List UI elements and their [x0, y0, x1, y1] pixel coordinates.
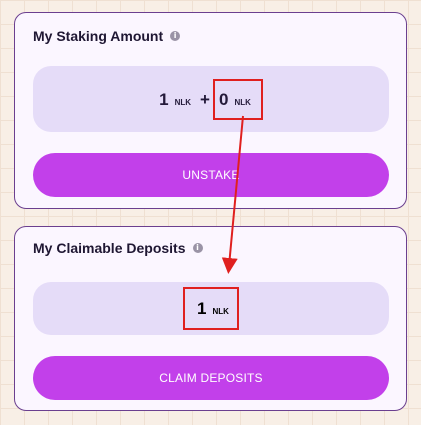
- staked-value: 1: [159, 89, 169, 109]
- claimable-card-header: My Claimable Deposits i: [33, 240, 203, 256]
- staking-amount-card: My Staking Amount i 1 NLK + 0 NLK UNSTAK…: [14, 12, 407, 209]
- pending-amount-highlight: 0 NLK: [212, 78, 263, 120]
- staking-card-title: My Staking Amount: [33, 28, 164, 44]
- info-icon[interactable]: i: [192, 243, 203, 253]
- staking-amount-display: 1 NLK + 0 NLK: [33, 66, 389, 132]
- claimable-deposits-card: My Claimable Deposits i 1 NLK CLAIM DEPO…: [14, 226, 407, 411]
- claimable-value: 1: [197, 299, 207, 318]
- staking-amount-row: 1 NLK + 0 NLK: [159, 78, 263, 120]
- unstake-button[interactable]: UNSTAKE: [33, 153, 389, 197]
- claim-deposits-button[interactable]: CLAIM DEPOSITS: [33, 356, 389, 400]
- claimable-amount-display: 1 NLK: [33, 282, 389, 335]
- claimable-card-title: My Claimable Deposits: [33, 240, 186, 256]
- info-icon[interactable]: i: [170, 31, 181, 41]
- pending-unit: NLK: [234, 97, 251, 107]
- claimable-amount-highlight: 1 NLK: [183, 287, 239, 330]
- claimable-unit: NLK: [212, 307, 229, 316]
- pending-value: 0: [218, 89, 229, 109]
- staking-card-header: My Staking Amount i: [33, 28, 181, 44]
- staked-unit: NLK: [174, 97, 192, 107]
- plus-sign: +: [200, 89, 210, 109]
